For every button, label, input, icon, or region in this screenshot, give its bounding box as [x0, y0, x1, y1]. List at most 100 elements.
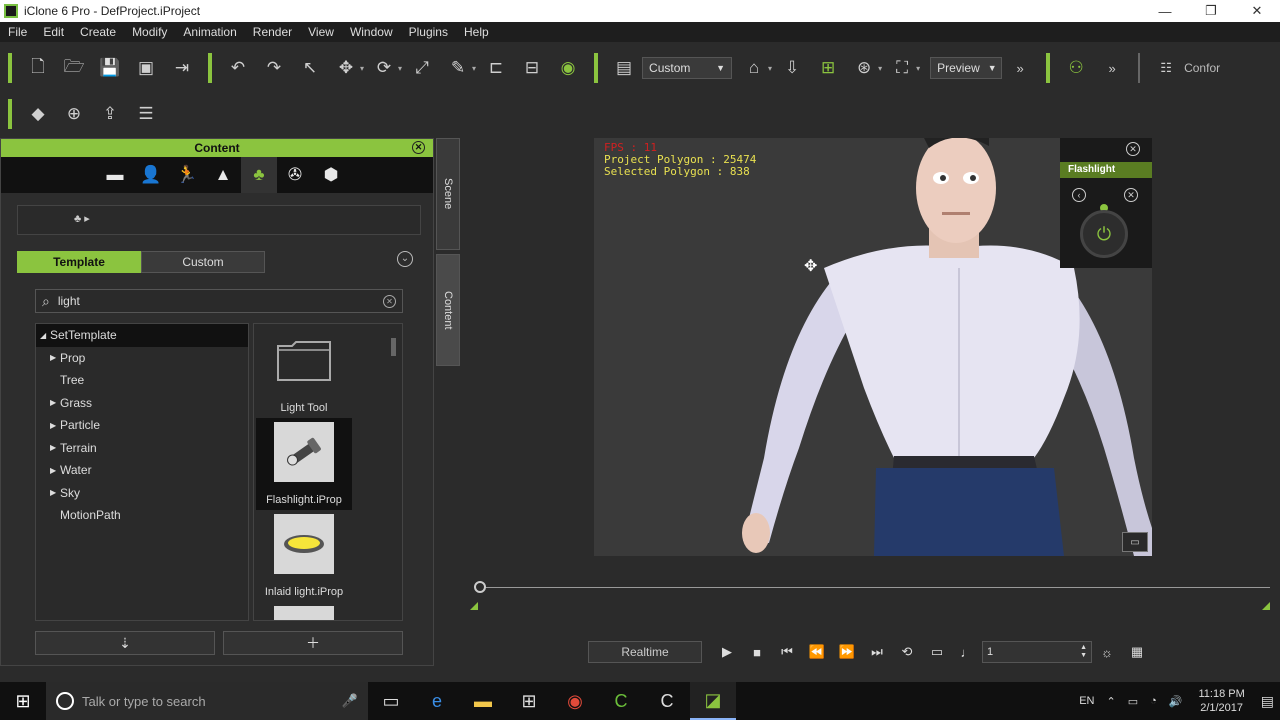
timeline-slider[interactable]: [474, 581, 1270, 593]
menu-file[interactable]: File: [0, 25, 35, 39]
redo-icon[interactable]: ↷: [260, 54, 288, 82]
select-arrow-icon[interactable]: ↖: [296, 54, 324, 82]
loop-icon[interactable]: ⟲: [892, 644, 922, 660]
timeline-playhead[interactable]: [474, 581, 486, 593]
folder-export-icon[interactable]: ⇪: [96, 100, 124, 128]
character-tools-icon[interactable]: ⚇: [1062, 54, 1090, 82]
show-hidden-icons-icon[interactable]: ⌃: [1107, 695, 1116, 708]
scene-tab-icon[interactable]: ▲: [205, 157, 241, 193]
volume-icon[interactable]: 🔊: [1169, 695, 1183, 708]
cortana-search[interactable]: Talk or type to search 🎤: [46, 682, 368, 720]
new-file-icon[interactable]: 🗋: [24, 54, 52, 82]
settings-sun-icon[interactable]: ☼: [1092, 645, 1122, 660]
timeline-start-marker[interactable]: [470, 602, 478, 610]
clock[interactable]: 11:18 PM 2/1/2017: [1198, 687, 1244, 715]
tree-item-grass[interactable]: ▶ Grass: [36, 392, 248, 415]
camera-view-icon[interactable]: ⊛: [850, 54, 878, 82]
tab-content[interactable]: Content: [436, 254, 460, 366]
play-icon[interactable]: ▶: [712, 644, 742, 660]
fast-forward-icon[interactable]: ⏩: [832, 644, 862, 660]
export-tab-icon[interactable]: ⬢: [313, 157, 349, 193]
menu-plugins[interactable]: Plugins: [401, 25, 456, 39]
menu-create[interactable]: Create: [72, 25, 124, 39]
undo-icon[interactable]: ↶: [224, 54, 252, 82]
camera-frame-icon[interactable]: ⇩: [778, 54, 806, 82]
clear-search-icon[interactable]: ✕: [383, 294, 396, 308]
edge-browser-icon[interactable]: e: [414, 682, 460, 720]
iclone-taskbar-icon[interactable]: ◪: [690, 682, 736, 720]
timeline-end-marker[interactable]: [1262, 602, 1270, 610]
tree-item-terrain[interactable]: ▶ Terrain: [36, 437, 248, 460]
realtime-button[interactable]: Realtime: [588, 641, 702, 663]
more-tools-icon[interactable]: »: [1006, 54, 1034, 82]
camtasia-green-icon[interactable]: C: [598, 682, 644, 720]
3d-viewport[interactable]: FPS : 11 Project Polygon : 25474 Selecte…: [594, 138, 1152, 556]
tab-custom[interactable]: Custom: [141, 251, 265, 273]
tree-item-prop[interactable]: ▶ Prop: [36, 347, 248, 370]
menu-animation[interactable]: Animation: [175, 25, 244, 39]
more-tools-icon[interactable]: »: [1098, 54, 1126, 82]
tab-scene[interactable]: Scene: [436, 138, 460, 250]
camtasia-icon[interactable]: C: [644, 682, 690, 720]
align-icon[interactable]: ⊏: [482, 54, 510, 82]
add-button[interactable]: ＋: [223, 631, 403, 655]
actor-tab-icon[interactable]: 👤: [133, 157, 169, 193]
notifications-icon[interactable]: ▤: [1261, 693, 1274, 710]
thumbnail-scrollbar[interactable]: [391, 338, 396, 356]
windows-start-icon[interactable]: ⊞: [0, 682, 46, 720]
visibility-eye-icon[interactable]: ◉: [554, 54, 582, 82]
search-input[interactable]: [57, 294, 383, 308]
save-icon[interactable]: 💾: [96, 54, 124, 82]
stop-icon[interactable]: ■: [742, 645, 772, 660]
microphone-icon[interactable]: 🎤: [342, 693, 358, 709]
stepper-arrows-icon[interactable]: ▲ ▼: [1080, 644, 1087, 660]
media-tab-icon[interactable]: ✇: [277, 157, 313, 193]
close-window-button[interactable]: ✕: [1234, 0, 1280, 22]
scale-icon[interactable]: ⤢: [408, 54, 436, 82]
next-frame-icon[interactable]: ⏭: [862, 644, 892, 660]
download-button[interactable]: ⇣: [35, 631, 215, 655]
store-icon[interactable]: ⊞: [506, 682, 552, 720]
viewport-toggle-icon[interactable]: ▭: [1122, 532, 1148, 552]
conform-label[interactable]: Confor: [1184, 61, 1220, 75]
preview-window-icon[interactable]: ▣: [132, 54, 160, 82]
tab-template[interactable]: Template: [17, 251, 141, 273]
expand-library-icon[interactable]: ⌄: [397, 251, 413, 267]
pick-parent-icon[interactable]: ✎: [444, 54, 472, 82]
tree-item-tree[interactable]: Tree: [36, 369, 248, 392]
fit-selection-icon[interactable]: ⛶: [888, 54, 916, 82]
maximize-button[interactable]: ❐: [1188, 0, 1234, 22]
tree-item-particle[interactable]: ▶ Particle: [36, 414, 248, 437]
folder-tab-icon[interactable]: ▬: [97, 157, 133, 193]
home-camera-icon[interactable]: ⌂: [740, 54, 768, 82]
battery-icon[interactable]: ▭: [1128, 695, 1138, 708]
menu-modify[interactable]: Modify: [124, 25, 175, 39]
music-note-icon[interactable]: ♩: [952, 645, 982, 660]
subtitle-icon[interactable]: ▭: [922, 644, 952, 660]
rewind-icon[interactable]: ⏪: [802, 644, 832, 660]
previous-frame-icon[interactable]: ⏮: [772, 644, 802, 660]
thumbnail-partial[interactable]: [256, 606, 352, 620]
camera-select[interactable]: Custom ▼: [642, 57, 733, 79]
distribute-icon[interactable]: ⊟: [518, 54, 546, 82]
thumbnail-flashlight[interactable]: Flashlight.iProp: [256, 418, 352, 510]
set-breadcrumb-icon[interactable]: ♣ ▸: [74, 213, 90, 225]
tree-item-sky[interactable]: ▶ Sky: [36, 482, 248, 505]
move-icon[interactable]: ✥: [332, 54, 360, 82]
menu-help[interactable]: Help: [456, 25, 497, 39]
settings-sliders-icon[interactable]: ☰: [132, 100, 160, 128]
chrome-icon[interactable]: ◉: [552, 682, 598, 720]
close-icon[interactable]: ✕: [412, 141, 425, 154]
menu-render[interactable]: Render: [245, 25, 300, 39]
thumbnail-inlaid-light[interactable]: Inlaid light.iProp: [256, 514, 352, 598]
menu-view[interactable]: View: [300, 25, 342, 39]
timeline-panel-icon[interactable]: ▦: [1122, 644, 1152, 660]
open-folder-icon[interactable]: 🗁: [60, 54, 88, 82]
rotate-icon[interactable]: ⟳: [370, 54, 398, 82]
back-icon[interactable]: ‹: [1072, 188, 1086, 202]
network-icon[interactable]: ◔: [1150, 695, 1157, 707]
menu-edit[interactable]: Edit: [35, 25, 72, 39]
diamond-key-icon[interactable]: ◆: [24, 100, 52, 128]
remove-icon[interactable]: ✕: [1124, 188, 1138, 202]
close-icon[interactable]: ✕: [1126, 142, 1140, 156]
